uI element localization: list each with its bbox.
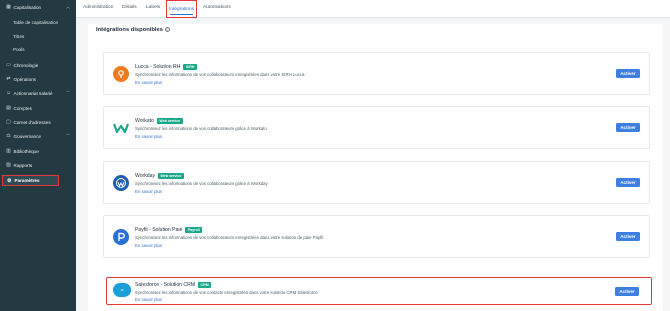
activate-button[interactable]: Activer: [616, 69, 640, 78]
learn-more-link[interactable]: En savoir plus: [135, 297, 162, 302]
salesforce-logo-text: sf: [120, 288, 124, 292]
sidebar-item-actionnariat[interactable]: ☺ Actionnariat salarié ﹀: [0, 88, 76, 98]
activate-button[interactable]: Activer: [616, 123, 640, 132]
sidebar-item-rapports[interactable]: ▧ Rapports: [0, 160, 76, 170]
workday-logo-icon: [113, 175, 129, 191]
chevron-down-icon: ﹀: [66, 133, 70, 138]
integration-name: Lucca - Solution RH: [135, 64, 181, 70]
integration-badge: SIRH: [183, 64, 197, 70]
governance-icon: ⚖: [6, 133, 11, 139]
tab-bar: Administration Détails Labels Intégratio…: [76, 0, 670, 18]
addressbook-icon: ▢: [6, 119, 11, 125]
tab-administration[interactable]: Administration: [83, 5, 113, 10]
sidebar-item-label: Rapports: [13, 162, 33, 168]
payfit-logo-icon: [113, 229, 129, 245]
integration-description: Synchronisez les informations de vos col…: [135, 126, 267, 131]
sidebar-item-label: Carnet d'adresses: [13, 119, 51, 125]
tab-label: Intégrations: [168, 6, 195, 12]
integration-title: Salesforce - Solution CRM CRM: [135, 282, 212, 288]
library-icon: ▥: [6, 148, 11, 154]
integration-description: Synchronisez les informations de vos con…: [135, 290, 318, 295]
integration-name: Salesforce - Solution CRM: [135, 282, 196, 288]
activate-button[interactable]: Activer: [616, 232, 640, 241]
accounts-icon: ▤: [6, 105, 11, 111]
tab-autorisations[interactable]: Autorisations: [203, 5, 231, 10]
active-tab-indicator: [170, 14, 193, 15]
integration-description: Synchronisez les informations de vos col…: [135, 72, 306, 77]
sidebar-item-carnet[interactable]: ▢ Carnet d'adresses: [0, 117, 76, 127]
lucca-logo-icon: [113, 66, 129, 82]
integration-description: Synchronisez les informations de vos col…: [135, 235, 324, 240]
integration-badge: Payroll: [185, 227, 203, 233]
reports-icon: ▧: [6, 162, 11, 168]
workato-logo-icon: [113, 120, 129, 136]
tab-labels[interactable]: Labels: [146, 5, 160, 10]
sidebar-item-label: Opérations: [13, 76, 36, 82]
tab-integrations[interactable]: Intégrations: [166, 0, 197, 18]
sidebar-item-parametres[interactable]: ⚙ Paramètres: [2, 175, 59, 186]
integration-badge: Web service: [158, 173, 184, 179]
gear-icon: ⚙: [7, 178, 12, 184]
sidebar-item-label: Chronologie: [13, 62, 39, 68]
sidebar-item-capitalisation[interactable]: ▦ Capitalisation ︿: [0, 2, 76, 12]
salesforce-logo-icon: sf: [113, 283, 131, 297]
integration-name: Payfit - Solution Paie: [135, 227, 183, 233]
sidebar-item-operations[interactable]: ⇄ Opérations: [0, 74, 76, 84]
sidebar-item-pools[interactable]: Pools: [13, 47, 25, 52]
learn-more-link[interactable]: En savoir plus: [135, 189, 162, 194]
chart-icon: ▦: [6, 4, 11, 10]
activate-button[interactable]: Activer: [616, 178, 640, 187]
integration-title: Lucca - Solution RH SIRH: [135, 64, 197, 70]
section-title: Intégrations disponibles i: [96, 27, 170, 33]
sidebar-item-titres[interactable]: Titres: [13, 34, 24, 39]
activate-button[interactable]: Activer: [615, 287, 639, 296]
integration-name: Workato: [135, 118, 154, 124]
learn-more-link[interactable]: En savoir plus: [135, 80, 162, 85]
integration-title: Workato Web service: [135, 118, 183, 124]
sidebar: ▦ Capitalisation ︿ Table de capitalisati…: [0, 0, 76, 311]
integration-card-lucca: Lucca - Solution RH SIRH Synchronisez les…: [103, 52, 650, 95]
integration-card-workday: Workday Web service Synchronisez les info…: [103, 161, 650, 204]
integration-card-workato: Workato Web service Synchronisez les info…: [103, 106, 650, 149]
sidebar-item-label: Gouvernance: [13, 133, 42, 139]
sidebar-item-label: Paramètres: [14, 178, 40, 183]
chevron-up-icon: ︿: [66, 4, 70, 9]
sidebar-item-chronologie[interactable]: ▭ Chronologie: [0, 60, 76, 70]
tab-details[interactable]: Détails: [122, 5, 137, 10]
users-icon: ☺: [5, 90, 12, 96]
integration-description: Synchronisez les informations de vos col…: [135, 181, 268, 186]
info-icon[interactable]: i: [164, 27, 170, 32]
sidebar-item-label: Actionnariat salarié: [13, 90, 53, 96]
learn-more-link[interactable]: En savoir plus: [135, 243, 162, 248]
operations-icon: ⇄: [6, 76, 11, 82]
sidebar-item-bibliotheque[interactable]: ▥ Bibliothèque: [0, 146, 76, 156]
sidebar-item-gouvernance[interactable]: ⚖ Gouvernance ﹀: [0, 131, 76, 141]
integration-badge: CRM: [198, 282, 212, 288]
learn-more-link[interactable]: En savoir plus: [135, 134, 162, 139]
integration-card-payfit: Payfit - Solution Paie Payroll Synchronis…: [103, 215, 650, 258]
integration-badge: Web service: [156, 118, 183, 124]
integration-title: Payfit - Solution Paie Payroll: [135, 227, 203, 233]
sidebar-item-label: Bibliothèque: [13, 148, 39, 154]
chevron-down-icon: ﹀: [66, 90, 70, 95]
sidebar-item-comptes[interactable]: ▤ Comptes: [0, 103, 76, 113]
integration-title: Workday Web service: [135, 173, 184, 179]
section-title-text: Intégrations disponibles: [96, 27, 163, 34]
integration-name: Workday: [135, 173, 156, 179]
calendar-icon: ▭: [6, 62, 11, 68]
sidebar-item-table-capitalisation[interactable]: Table de capitalisation: [13, 20, 58, 25]
integration-card-salesforce: sf Salesforce - Solution CRM CRM Synchron…: [106, 277, 652, 305]
sidebar-item-label: Capitalisation: [13, 4, 42, 10]
sidebar-item-label: Comptes: [13, 105, 32, 111]
